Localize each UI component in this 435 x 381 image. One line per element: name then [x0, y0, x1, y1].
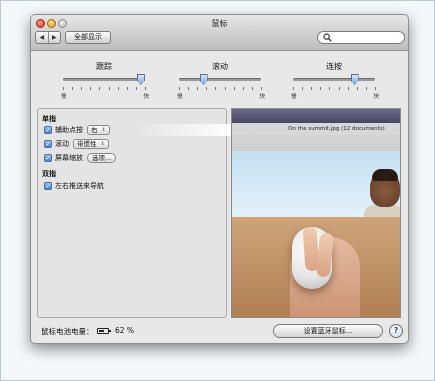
- screen-zoom-options-button[interactable]: 选项...: [87, 153, 117, 163]
- double-click-track[interactable]: [293, 78, 375, 81]
- slider-tick: [356, 87, 358, 90]
- forward-button[interactable]: ▶: [47, 32, 61, 43]
- slider-tick: [197, 87, 199, 90]
- help-button[interactable]: ?: [389, 324, 403, 338]
- preview-caption-text: On the summit.jpg (12 documents): [288, 126, 385, 132]
- tracking-min-label: 慢: [61, 94, 67, 100]
- gesture-preview-video: On the summit.jpg (12 documents): [231, 108, 401, 318]
- tracking-knob[interactable]: [136, 74, 145, 85]
- slider-tick: [251, 87, 253, 90]
- slider-tick: [261, 87, 262, 90]
- slider-tick: [108, 87, 110, 90]
- battery-label: 鼠标电池电量：: [41, 327, 94, 336]
- double-click-min-label: 慢: [291, 94, 297, 100]
- double-click-ticks: [293, 87, 376, 90]
- secondary-click-checkbox[interactable]: ✓: [44, 126, 52, 134]
- footer-bar: 鼠标电池电量： 62 % 设置蓝牙鼠标... ?: [31, 320, 408, 343]
- tracking-label: 跟踪: [96, 62, 112, 71]
- slider-tick: [81, 87, 83, 90]
- double-click-label: 连按: [326, 62, 342, 71]
- tracking-ticks: [63, 87, 146, 90]
- setup-bluetooth-mouse-button[interactable]: 设置蓝牙鼠标...: [273, 324, 383, 338]
- screen-zoom-option[interactable]: ✓ 屏幕缩放 选项...: [44, 152, 222, 164]
- slider-tick: [233, 87, 235, 90]
- slider-tick: [135, 87, 137, 90]
- slider-tick: [72, 87, 74, 90]
- secondary-click-label: 辅助点按: [55, 126, 83, 134]
- tracking-slider[interactable]: 跟踪 慢 快: [59, 61, 149, 107]
- scrolling-track[interactable]: [179, 78, 261, 81]
- scrolling-label: 滚动: [212, 62, 228, 71]
- selected-row-highlight: [132, 124, 236, 136]
- slider-tick: [338, 87, 340, 90]
- slider-tick: [188, 87, 190, 90]
- search-field[interactable]: [317, 31, 405, 44]
- speed-sliders: 跟踪 慢 快 滚动 慢 快 连按 慢 快: [31, 61, 408, 107]
- slider-tick: [126, 87, 128, 90]
- secondary-click-popup-value: 右: [91, 126, 98, 134]
- swipe-navigate-checkbox[interactable]: ✓: [44, 182, 52, 190]
- battery-icon: [97, 328, 111, 334]
- slider-tick: [311, 87, 313, 90]
- slider-tick: [90, 87, 92, 90]
- scroll-checkbox[interactable]: ✓: [44, 140, 52, 148]
- two-fingers-heading: 双指: [42, 170, 56, 178]
- secondary-click-option[interactable]: ✓ 辅助点按 右 ⇕: [44, 124, 236, 136]
- gestures-panel: 单指 ✓ 辅助点按 右 ⇕ ✓ 滚动 带惯性 ⇕ ✓ 屏幕缩放 选项... 双指: [37, 108, 236, 318]
- slider-tick: [320, 87, 322, 90]
- battery-level-fill: [99, 330, 104, 332]
- scrolling-max-label: 快: [259, 94, 265, 100]
- search-icon: [323, 33, 332, 44]
- back-button[interactable]: ◀: [36, 32, 48, 43]
- slider-tick: [206, 87, 208, 90]
- slider-tick: [242, 87, 244, 90]
- swipe-navigate-option[interactable]: ✓ 左右推送来导航: [44, 180, 222, 192]
- preview-caption: On the summit.jpg (12 documents): [232, 123, 400, 135]
- double-click-max-label: 快: [373, 94, 379, 100]
- slider-tick: [99, 87, 101, 90]
- back-forward-control: ◀ ▶: [35, 31, 61, 44]
- slider-tick: [375, 87, 376, 90]
- preview-person-hair: [372, 169, 398, 181]
- screen-zoom-checkbox[interactable]: ✓: [44, 154, 52, 162]
- popup-arrows-icon: ⇕: [101, 127, 106, 133]
- window-title: 鼠标: [211, 19, 228, 28]
- scrolling-min-label: 慢: [177, 94, 183, 100]
- slider-tick: [215, 87, 217, 90]
- slider-tick: [347, 87, 349, 90]
- double-click-knob[interactable]: [350, 74, 359, 85]
- slider-tick: [293, 87, 294, 90]
- scroll-label: 滚动: [55, 140, 69, 148]
- title-bar: 鼠标 ◀ ▶ 全部显示: [31, 15, 408, 51]
- slider-tick: [302, 87, 304, 90]
- screen-zoom-label: 屏幕缩放: [55, 154, 83, 162]
- one-finger-heading: 单指: [42, 115, 56, 123]
- scrolling-slider[interactable]: 滚动 慢 快: [175, 61, 265, 107]
- slider-tick: [117, 87, 119, 90]
- tracking-max-label: 快: [143, 94, 149, 100]
- mouse-preferences-window: 鼠标 ◀ ▶ 全部显示 跟踪 慢 快 滚动 慢 快 连按 慢 快 单指 ✓ 辅助…: [30, 14, 409, 344]
- tracking-track[interactable]: [63, 78, 145, 81]
- scroll-popup[interactable]: 带惯性 ⇕: [73, 139, 109, 149]
- slider-tick: [365, 87, 367, 90]
- battery-percent: 62 %: [115, 326, 135, 335]
- scroll-popup-value: 带惯性: [77, 140, 97, 148]
- scrolling-ticks: [179, 87, 262, 90]
- double-click-slider[interactable]: 连按 慢 快: [289, 61, 379, 107]
- scroll-option[interactable]: ✓ 滚动 带惯性 ⇕: [44, 138, 222, 150]
- slider-tick: [329, 87, 331, 90]
- slider-tick: [63, 87, 64, 90]
- search-input[interactable]: [334, 33, 400, 42]
- secondary-click-popup[interactable]: 右 ⇕: [87, 125, 110, 135]
- slider-tick: [224, 87, 226, 90]
- swipe-navigate-label: 左右推送来导航: [55, 182, 104, 190]
- popup-arrows-icon: ⇕: [100, 141, 105, 147]
- show-all-button[interactable]: 全部显示: [65, 31, 111, 44]
- slider-tick: [179, 87, 180, 90]
- slider-tick: [145, 87, 146, 90]
- scrolling-knob[interactable]: [199, 74, 208, 85]
